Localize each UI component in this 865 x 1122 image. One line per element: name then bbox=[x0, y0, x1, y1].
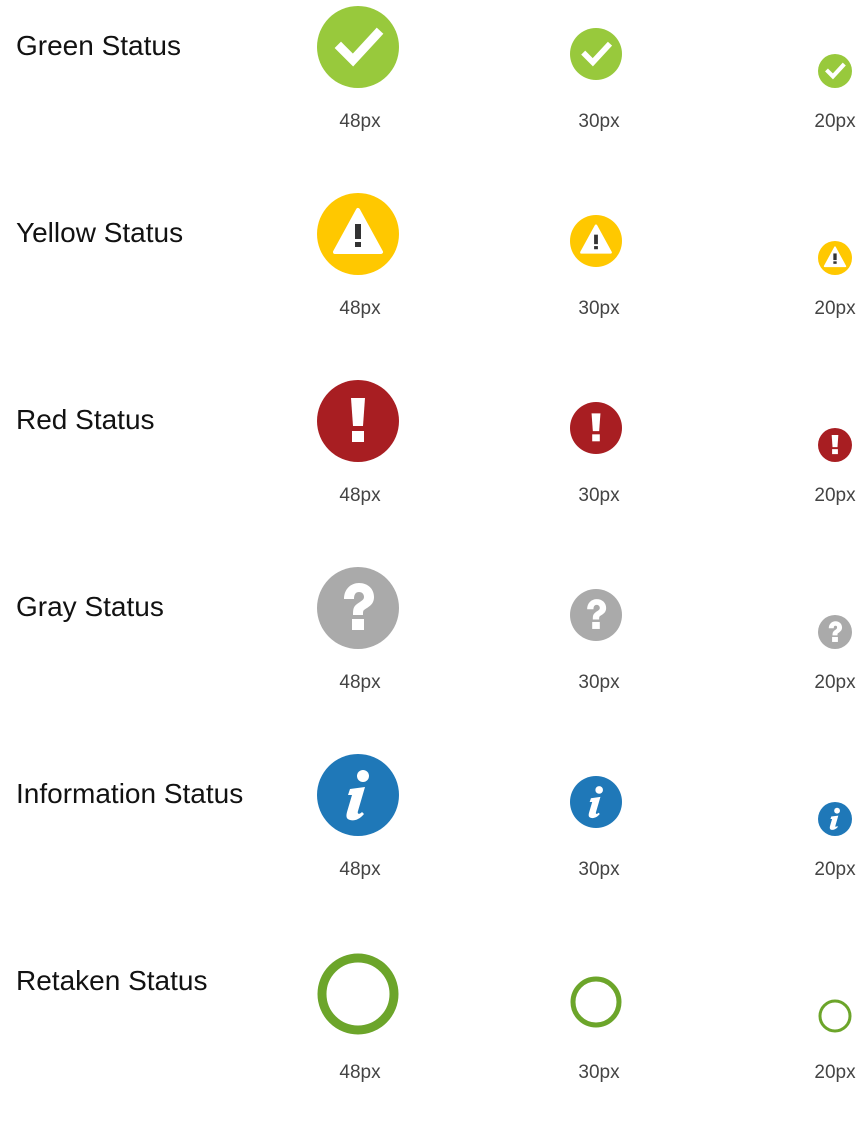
size-label-30: 30px bbox=[578, 111, 620, 132]
status-row-green: Green Status 48px 30px 20px bbox=[0, 0, 865, 187]
size-label-30: 30px bbox=[578, 1062, 620, 1083]
size-label-48: 48px bbox=[339, 298, 381, 319]
status-row-information: Information Status 48px 30px 20px bbox=[0, 748, 865, 935]
yellow-warning-icon-48 bbox=[317, 193, 399, 275]
status-row-red: Red Status 48px 30px 20px bbox=[0, 374, 865, 561]
green-check-icon-30 bbox=[570, 28, 622, 80]
size-label-48: 48px bbox=[339, 859, 381, 880]
yellow-warning-icon-20 bbox=[818, 241, 852, 275]
row-label: Retaken Status bbox=[16, 965, 208, 996]
row-label: Gray Status bbox=[16, 591, 164, 622]
size-label-48: 48px bbox=[339, 1062, 381, 1083]
size-label-48: 48px bbox=[339, 111, 381, 132]
gray-question-icon-30 bbox=[570, 589, 622, 641]
info-icon-48 bbox=[317, 754, 399, 836]
status-row-yellow: Yellow Status 48px 30px 20px bbox=[0, 187, 865, 374]
status-row-retaken: Retaken Status 48px 30px 20px bbox=[0, 935, 865, 1122]
row-label: Information Status bbox=[16, 778, 244, 809]
green-check-icon-48 bbox=[317, 6, 399, 88]
gray-question-icon-20 bbox=[818, 615, 852, 649]
size-label-30: 30px bbox=[578, 298, 620, 319]
size-label-20: 20px bbox=[814, 298, 856, 319]
size-label-30: 30px bbox=[578, 485, 620, 506]
red-exclamation-icon-30 bbox=[570, 402, 622, 454]
size-label-48: 48px bbox=[339, 485, 381, 506]
red-exclamation-icon-20 bbox=[818, 428, 852, 462]
retaken-ring-icon-30 bbox=[570, 976, 622, 1028]
info-icon-30 bbox=[570, 776, 622, 828]
red-exclamation-icon-48 bbox=[317, 380, 399, 462]
row-label: Green Status bbox=[16, 30, 181, 61]
yellow-warning-icon-30 bbox=[570, 215, 622, 267]
gray-question-icon-48 bbox=[317, 567, 399, 649]
size-label-30: 30px bbox=[578, 672, 620, 693]
green-check-icon-20 bbox=[818, 54, 852, 88]
size-label-20: 20px bbox=[814, 111, 856, 132]
size-label-20: 20px bbox=[814, 485, 856, 506]
size-label-30: 30px bbox=[578, 859, 620, 880]
size-label-48: 48px bbox=[339, 672, 381, 693]
size-label-20: 20px bbox=[814, 859, 856, 880]
retaken-ring-icon-48 bbox=[317, 953, 399, 1035]
status-row-gray: Gray Status 48px 30px 20px bbox=[0, 561, 865, 748]
row-label: Yellow Status bbox=[16, 217, 184, 248]
size-label-20: 20px bbox=[814, 1062, 856, 1083]
retaken-ring-icon-20 bbox=[818, 999, 852, 1033]
info-icon-20 bbox=[818, 802, 852, 836]
row-label: Red Status bbox=[16, 404, 155, 435]
size-label-20: 20px bbox=[814, 672, 856, 693]
